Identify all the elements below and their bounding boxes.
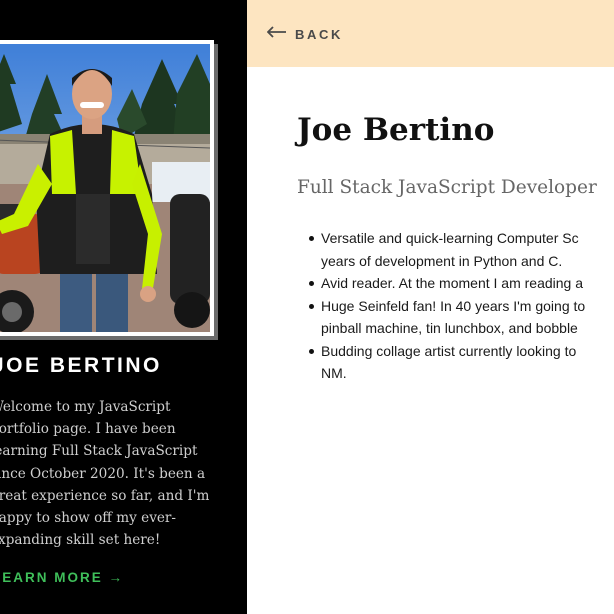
back-label: BACK <box>295 26 343 42</box>
profile-photo <box>0 44 210 332</box>
list-item: Avid reader. At the moment I am reading … <box>309 272 614 295</box>
sidebar-name: JOE BERTINO <box>0 354 162 377</box>
profile-photo-frame <box>0 40 214 336</box>
arrow-left-icon <box>266 25 287 43</box>
bullet-icon <box>309 348 314 354</box>
bio-line: learning Full Stack JavaScript <box>0 443 198 460</box>
bio-line: since October 2020. It's been a <box>0 465 206 482</box>
bullet-icon <box>309 236 314 241</box>
list-item-line: years of development in Python and C. <box>321 252 563 269</box>
bullet-icon <box>309 281 314 286</box>
list-item-line: Avid reader. At the moment I am reading … <box>321 275 584 291</box>
list-item-line: pinball machine, tin lunchbox, and bobbl… <box>321 320 578 336</box>
list-item: Huge Seinfeld fan! In 40 years I'm going… <box>309 295 614 340</box>
profile-sidebar: JOE BERTINO Welcome to my JavaScript por… <box>0 0 247 614</box>
job-title: Full Stack JavaScript Developer <box>297 177 597 198</box>
bio-line: happy to show off my ever- <box>0 510 177 527</box>
bio-line: portfolio page. I have been <box>0 421 176 438</box>
bio-line: great experience so far, and I'm <box>0 487 210 504</box>
list-item-line: Versatile and quick-learning Computer Sc <box>321 230 579 246</box>
bio-line: expanding skill set here! <box>0 532 161 549</box>
bullet-icon <box>309 303 314 309</box>
list-item: Budding collage artist currently looking… <box>309 340 614 385</box>
list-item-line: Huge Seinfeld fan! In 40 years I'm going… <box>321 297 586 314</box>
header-bar: BACK <box>247 0 614 67</box>
list-item: Versatile and quick-learning Computer Sc… <box>309 227 614 272</box>
learn-more-link[interactable]: LEARN MORE → <box>0 570 124 585</box>
page-title: Joe Bertino <box>297 112 495 148</box>
sidebar-bio: Welcome to my JavaScript portfolio page.… <box>0 396 218 551</box>
main-content: Joe Bertino Full Stack JavaScript Develo… <box>247 67 614 614</box>
list-item-line: NM. <box>321 365 347 381</box>
back-link[interactable]: BACK <box>266 24 343 44</box>
list-item-line: Budding collage artist currently looking… <box>321 342 577 359</box>
bio-line: Welcome to my JavaScript <box>0 399 171 415</box>
about-list: Versatile and quick-learning Computer Sc… <box>309 227 614 385</box>
